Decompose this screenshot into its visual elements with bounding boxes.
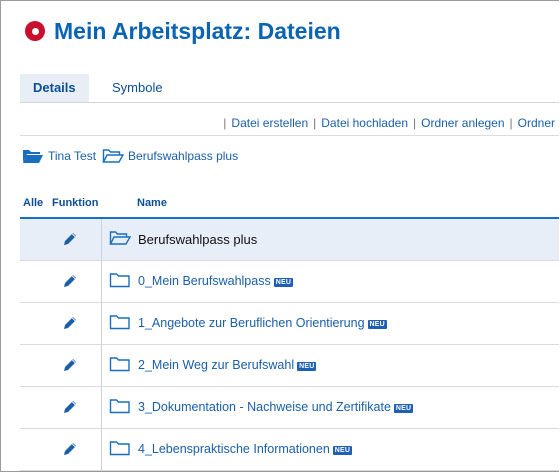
- table-row[interactable]: 2_Mein Weg zur Berufswahl NEU: [20, 345, 559, 387]
- new-badge: NEU: [297, 362, 317, 371]
- breadcrumb-label: Tina Test: [48, 149, 97, 163]
- create-file-link[interactable]: Datei erstellen: [231, 116, 308, 130]
- function-cell: [53, 219, 102, 260]
- table-row[interactable]: 1_Angebote zur Beruflichen Orientierung N…: [20, 303, 559, 345]
- folder-open-filled-icon: [23, 150, 43, 163]
- pencil-icon[interactable]: [62, 441, 78, 457]
- new-badge: NEU: [367, 320, 387, 329]
- folder-name-label: 3_Dokumentation - Nachweise und Zertifik…: [138, 400, 391, 414]
- table-header: Alle Funktion Name: [20, 195, 559, 219]
- folder-link[interactable]: 1_Angebote zur Beruflichen Orientierung N…: [138, 303, 387, 344]
- folder-open-outline-icon: [102, 149, 125, 163]
- page-header: Mein Arbeitsplatz: Dateien: [25, 15, 341, 47]
- upload-file-link[interactable]: Datei hochladen: [321, 116, 408, 130]
- action-bar: | Datei erstellen | Datei hochladen | Ordner …: [223, 116, 555, 130]
- tab-symbole[interactable]: Symbole: [100, 74, 175, 102]
- file-table: Berufswahlpass plus 0_Mein Berufswahlpas…: [20, 219, 559, 471]
- folder-icon: [109, 399, 130, 414]
- table-row[interactable]: 0_Mein Berufswahlpass NEU: [20, 261, 559, 303]
- folder-open-icon: [109, 231, 131, 245]
- breadcrumb-label: Berufswahlpass plus: [128, 149, 239, 163]
- folder-link[interactable]: 2_Mein Weg zur Berufswahl NEU: [138, 345, 317, 386]
- folder-name-label: 0_Mein Berufswahlpass: [138, 274, 271, 288]
- pencil-icon[interactable]: [62, 399, 78, 415]
- folder-name-label: Berufswahlpass plus: [138, 232, 258, 247]
- page-title: Mein Arbeitsplatz: Dateien: [54, 17, 341, 44]
- new-badge: NEU: [273, 278, 294, 287]
- folder-icon: [109, 315, 130, 330]
- folder-icon: [109, 273, 130, 288]
- function-cell: [53, 387, 102, 428]
- breadcrumb-item-tina-test[interactable]: Tina Test: [22, 148, 96, 164]
- function-cell: [53, 345, 102, 386]
- new-badge: NEU: [332, 446, 353, 455]
- create-folder-link[interactable]: Ordner anlegen: [421, 116, 504, 130]
- breadcrumb: Tina Test Berufswahlpass plus: [22, 146, 238, 166]
- new-badge: NEU: [393, 404, 414, 413]
- column-header-function: Funktion: [52, 197, 99, 209]
- file-browser-window: Mein Arbeitsplatz: Dateien Details Symbo…: [0, 0, 559, 472]
- pencil-icon[interactable]: [62, 273, 78, 289]
- select-all-link[interactable]: Alle: [23, 197, 43, 209]
- column-header-name[interactable]: Name: [137, 197, 167, 209]
- breadcrumb-item-berufswahlpass[interactable]: Berufswahlpass plus: [102, 148, 238, 164]
- divider: [20, 135, 559, 136]
- function-cell: [53, 261, 102, 302]
- folder-name[interactable]: Berufswahlpass plus: [138, 219, 257, 260]
- folder-link[interactable]: 4_Lebenspraktische Informationen NEU: [138, 429, 353, 470]
- function-cell: [53, 303, 102, 344]
- table-row[interactable]: 4_Lebenspraktische Informationen NEU: [20, 429, 559, 471]
- folder-link[interactable]: 0_Mein Berufswahlpass NEU: [138, 261, 294, 302]
- folder-name-label: 4_Lebenspraktische Informationen: [138, 442, 330, 456]
- pencil-icon[interactable]: [62, 231, 78, 247]
- table-row[interactable]: 3_Dokumentation - Nachweise und Zertifik…: [20, 387, 559, 429]
- folder-name-label: 1_Angebote zur Beruflichen Orientierung: [138, 316, 365, 330]
- folder-link[interactable]: 3_Dokumentation - Nachweise und Zertifik…: [138, 387, 414, 428]
- pencil-icon[interactable]: [62, 315, 78, 331]
- table-row-parent[interactable]: Berufswahlpass plus: [20, 219, 559, 261]
- folder-icon: [109, 357, 130, 372]
- function-cell: [53, 429, 102, 470]
- folder-icon: [109, 441, 130, 456]
- record-dot-icon: [25, 21, 45, 41]
- view-tabs: Details Symbole: [20, 74, 559, 103]
- folder-name-label: 2_Mein Weg zur Berufswahl: [138, 358, 295, 372]
- tab-details[interactable]: Details: [20, 74, 89, 102]
- folder-link[interactable]: Ordner: [518, 116, 555, 130]
- pencil-icon[interactable]: [62, 357, 78, 373]
